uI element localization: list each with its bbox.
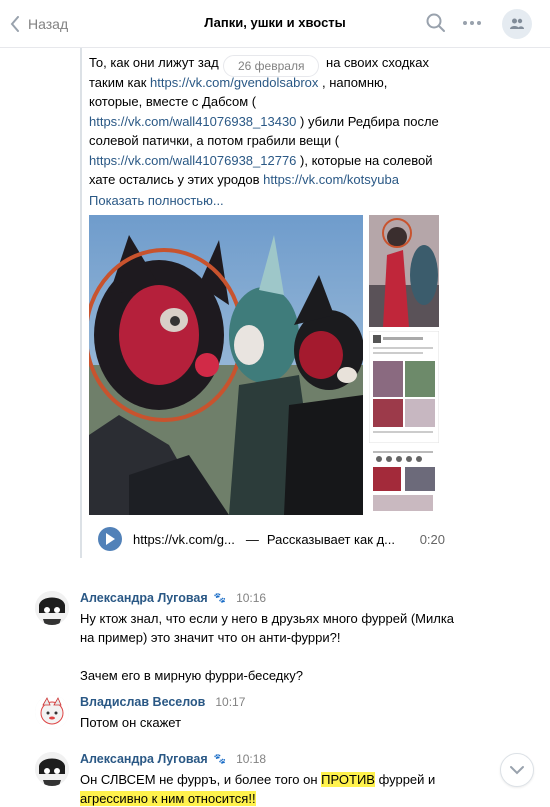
main-photo[interactable] [89, 215, 363, 515]
message-author[interactable]: Александра Луговая [80, 591, 208, 605]
avatar[interactable] [35, 591, 69, 625]
date-badge: 26 февраля [223, 55, 320, 77]
audio-dash: — [245, 531, 259, 547]
message: Александра Луговая 🐾 10:18 Он СЛВСЕМ не … [35, 752, 505, 807]
post-link-wall-1[interactable]: https://vk.com/wall41076938_13430 [89, 114, 296, 129]
post-line-1: То, как они лижут зад [89, 55, 219, 70]
message-header: Владислав Веселов 10:17 [80, 695, 245, 709]
play-button[interactable] [98, 527, 122, 551]
message-line: Ну ктож знал, что если у него в друзьях … [80, 611, 455, 626]
post-line-1-end: на своих сходках [326, 55, 429, 70]
message-header: Александра Луговая 🐾 10:16 [80, 591, 266, 605]
side-photo-2[interactable] [369, 331, 439, 443]
avatar[interactable] [35, 752, 69, 786]
scroll-down-button[interactable] [500, 753, 534, 787]
side-photo-1[interactable] [369, 215, 439, 327]
message-author[interactable]: Александра Луговая [80, 752, 208, 766]
message-time[interactable]: 10:16 [236, 591, 266, 605]
post-line-5: солевой патички, а потом грабили вещи ( [89, 133, 340, 148]
post-link-wall-2[interactable]: https://vk.com/wall41076938_12776 [89, 153, 296, 168]
post-media [89, 215, 440, 515]
message-time[interactable]: 10:17 [215, 695, 245, 709]
avatar[interactable] [35, 695, 69, 729]
message-line: Зачем его в мирную фурри-беседку? [80, 668, 303, 683]
group-avatar-icon[interactable] [502, 9, 532, 39]
forward-border [80, 48, 82, 558]
post-line-6-end: ), которые на солевой [296, 152, 433, 168]
message-text-part: Он СЛВСЕМ не фурръ, и более того он [80, 772, 322, 787]
audio-attachment: https://vk.com/g... — Рассказывает как д… [98, 526, 448, 552]
post-line-4-end: ) убили Редбира после [296, 113, 439, 129]
more-icon[interactable] [461, 13, 483, 36]
message-text: Потом он скажет [80, 713, 480, 732]
message-text-part: фуррей и [374, 772, 436, 787]
post-line-3: которые, вместе с Дабсом ( [89, 94, 257, 109]
audio-duration: 0:20 [419, 531, 445, 547]
message-text: Он СЛВСЕМ не фурръ, и более того он ПРОТ… [80, 770, 480, 807]
paw-icon: 🐾 [213, 592, 227, 604]
post-line-7: хате остались у этих уродов [89, 172, 264, 187]
play-icon [106, 533, 115, 545]
message-author[interactable]: Владислав Веселов [80, 695, 205, 709]
paw-icon: 🐾 [213, 753, 227, 765]
message-line: Потом он скажет [80, 715, 182, 730]
chevron-down-icon [510, 766, 524, 775]
message-line: на пример) это значит что он анти-фурри?… [80, 630, 341, 645]
highlighted-text: ПРОТИВ [321, 772, 375, 787]
show-full-link[interactable]: Показать полностью... [89, 191, 224, 211]
chat-header: Назад Лапки, ушки и хвосты [0, 0, 550, 48]
side-photo-3[interactable] [369, 447, 439, 515]
audio-link[interactable]: https://vk.com/g... [133, 532, 235, 547]
highlighted-text: агрессивно к ним относится!! [80, 791, 256, 806]
message: Владислав Веселов 10:17 Потом он скажет [35, 695, 505, 735]
message-text: Ну ктож знал, что если у него в друзьях … [80, 609, 480, 685]
audio-title[interactable]: Рассказывает как д... [267, 532, 395, 547]
search-icon[interactable] [425, 12, 447, 37]
message-header: Александра Луговая 🐾 10:18 [80, 752, 266, 766]
post-link-kotsyuba[interactable]: https://vk.com/kotsyuba [263, 172, 399, 187]
post-line-2-start: таким как [89, 74, 151, 90]
message: Александра Луговая 🐾 10:16 Ну ктож знал,… [35, 591, 505, 683]
post-line-2-end: , напомню, [318, 74, 388, 90]
message-time[interactable]: 10:18 [236, 752, 266, 766]
